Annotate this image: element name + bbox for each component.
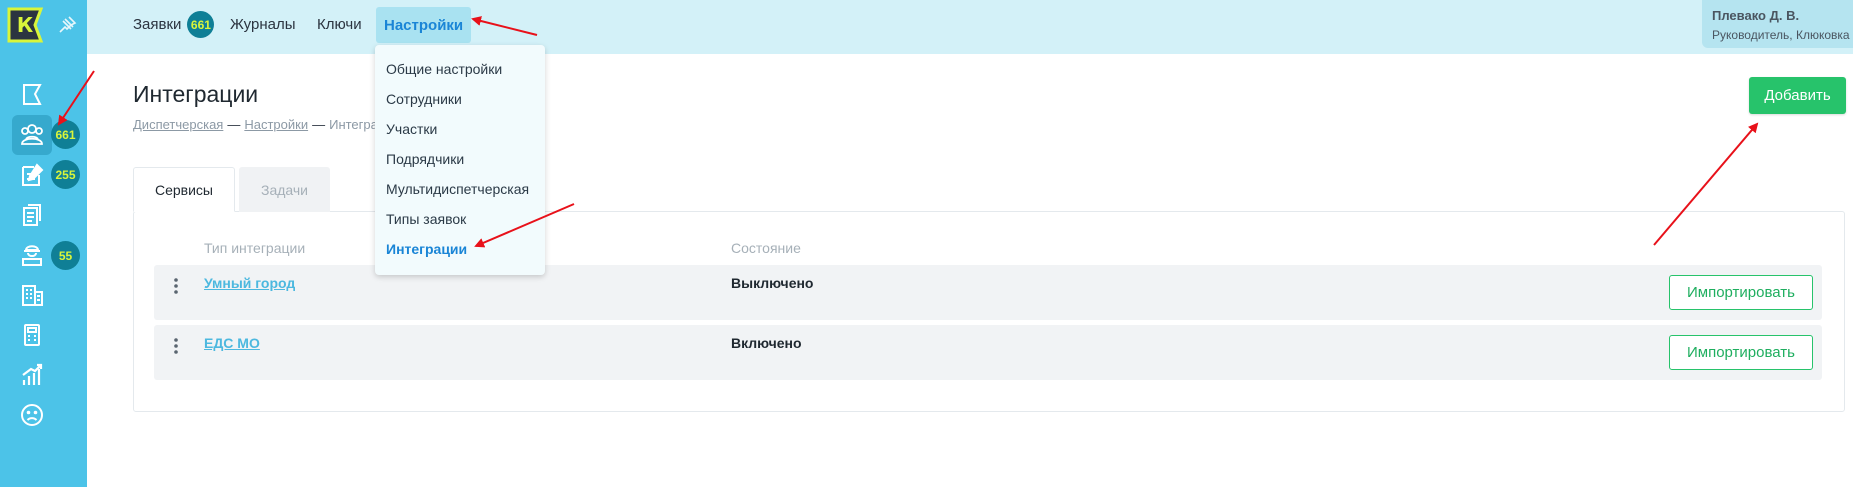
import-button[interactable]: Импортировать <box>1669 335 1813 370</box>
building-icon[interactable] <box>12 275 52 315</box>
settings-dropdown-menu: Общие настройки Сотрудники Участки Подря… <box>375 45 545 275</box>
sidebar-badge-journals: 255 <box>51 160 80 189</box>
sidebar-badge-workers: 55 <box>51 241 80 270</box>
worker-icon[interactable] <box>12 235 52 275</box>
kebab-menu-icon[interactable] <box>174 337 178 355</box>
menu-item-employees[interactable]: Сотрудники <box>386 91 462 107</box>
table-row: ЕДС МО Включено Импортировать <box>154 325 1822 380</box>
menu-item-contractors[interactable]: Подрядчики <box>386 151 464 167</box>
column-header-type: Тип интеграции <box>204 240 306 256</box>
tab-journals-label: Журналы <box>230 16 296 33</box>
integration-state: Включено <box>731 335 802 351</box>
tab-requests[interactable]: Заявки 661 <box>133 0 215 49</box>
pin-icon[interactable] <box>56 14 78 36</box>
integration-name-link[interactable]: ЕДС МО <box>204 335 260 351</box>
user-role: Руководитель, Клюковка <box>1712 28 1850 42</box>
edit-document-icon[interactable] <box>12 155 52 195</box>
menu-item-integrations[interactable]: Интеграции <box>386 241 467 257</box>
tab-settings-label: Настройки <box>384 16 464 34</box>
menu-item-districts[interactable]: Участки <box>386 121 437 137</box>
tab-keys[interactable]: Ключи <box>317 0 362 49</box>
menu-item-multi-dispatch[interactable]: Мультидиспетчерская <box>386 181 529 197</box>
tab-keys-label: Ключи <box>317 16 362 33</box>
flag-icon[interactable] <box>12 75 52 115</box>
breadcrumb-separator: — <box>312 117 326 132</box>
tab-tasks[interactable]: Задачи <box>239 167 330 212</box>
kebab-menu-icon[interactable] <box>174 277 178 295</box>
breadcrumb-separator: — <box>227 117 241 132</box>
sidebar: К 661 255 55 <box>0 0 87 487</box>
breadcrumb: Диспетчерская — Настройки — Интеграции <box>133 117 400 132</box>
page-title: Интеграции <box>133 81 259 107</box>
chart-icon[interactable] <box>12 355 52 395</box>
import-button[interactable]: Импортировать <box>1669 275 1813 310</box>
people-icon[interactable] <box>12 115 52 155</box>
user-name: Плевако Д. В. <box>1712 8 1800 23</box>
tab-journals[interactable]: Журналы <box>230 0 296 49</box>
top-bar: Заявки 661 Журналы Ключи Настройки <box>87 0 1853 54</box>
integration-name-link[interactable]: Умный город <box>204 275 295 291</box>
add-button[interactable]: Добавить <box>1749 77 1846 114</box>
user-profile[interactable]: Плевако Д. В. Руководитель, Клюковка <box>1702 0 1853 48</box>
tab-settings[interactable]: Настройки <box>376 7 472 43</box>
tab-requests-badge: 661 <box>187 11 215 38</box>
documents-icon[interactable] <box>12 195 52 235</box>
menu-item-request-types[interactable]: Типы заявок <box>386 211 466 227</box>
tab-services[interactable]: Сервисы <box>133 167 235 212</box>
app-logo[interactable]: К <box>5 5 45 45</box>
tab-requests-label: Заявки <box>133 16 182 33</box>
sad-face-icon[interactable] <box>12 395 52 435</box>
sidebar-badge-requests: 661 <box>51 120 80 149</box>
menu-item-general-settings[interactable]: Общие настройки <box>386 61 502 77</box>
column-header-state: Состояние <box>731 240 801 256</box>
breadcrumb-dispatch[interactable]: Диспетчерская <box>133 117 223 132</box>
svg-text:К: К <box>17 13 34 37</box>
integration-state: Выключено <box>731 275 814 291</box>
breadcrumb-settings[interactable]: Настройки <box>244 117 308 132</box>
calculator-icon[interactable] <box>12 315 52 355</box>
